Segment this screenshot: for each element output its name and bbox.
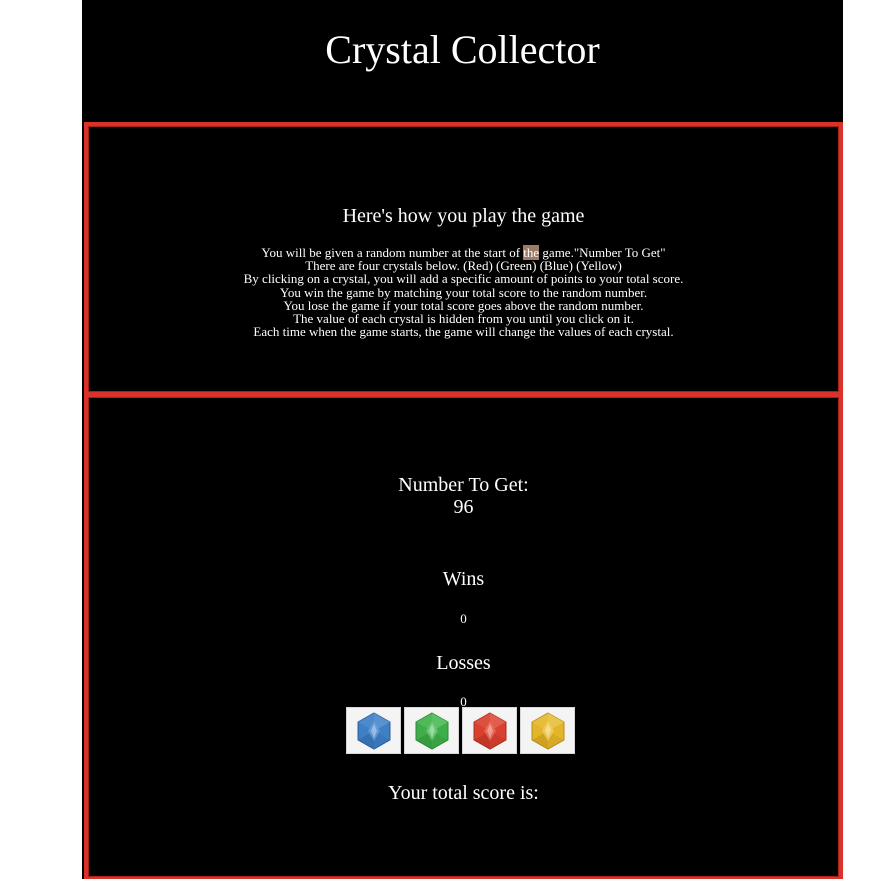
rules-line: You win the game by matching your total …	[279, 284, 648, 300]
rules-panel: Here's how you play the game You will be…	[84, 122, 843, 396]
wins-label: Wins	[442, 568, 485, 590]
rules-line: Each time when the game starts, the game…	[253, 324, 674, 340]
rules-text: You will be given a random number at the…	[88, 245, 839, 340]
page-title: Crystal Collector	[325, 27, 600, 72]
number-to-get-value: 96	[453, 496, 474, 518]
header: Crystal Collector	[82, 0, 843, 121]
green-crystal-button[interactable]	[404, 707, 459, 754]
rules-heading: Here's how you play the game	[342, 205, 585, 227]
blue-crystal-icon	[357, 712, 391, 750]
yellow-crystal-button[interactable]	[520, 707, 575, 754]
rules-line: By clicking on a crystal, you will add a…	[243, 271, 684, 287]
total-score-label: Your total score is:	[388, 782, 539, 804]
number-to-get-label: Number To Get:	[398, 474, 529, 496]
red-crystal-icon	[473, 712, 507, 750]
losses-label: Losses	[436, 652, 491, 674]
green-crystal-icon	[415, 712, 449, 750]
wins-count: 0	[460, 611, 467, 626]
blue-crystal-button[interactable]	[346, 707, 401, 754]
yellow-crystal-icon	[531, 712, 565, 750]
game-panel: Number To Get: 96 Wins 0 Losses 0 Your t…	[84, 393, 843, 879]
crystal-row	[346, 707, 582, 755]
red-crystal-button[interactable]	[462, 707, 517, 754]
page-container: Crystal Collector Here's how you play th…	[82, 0, 843, 879]
